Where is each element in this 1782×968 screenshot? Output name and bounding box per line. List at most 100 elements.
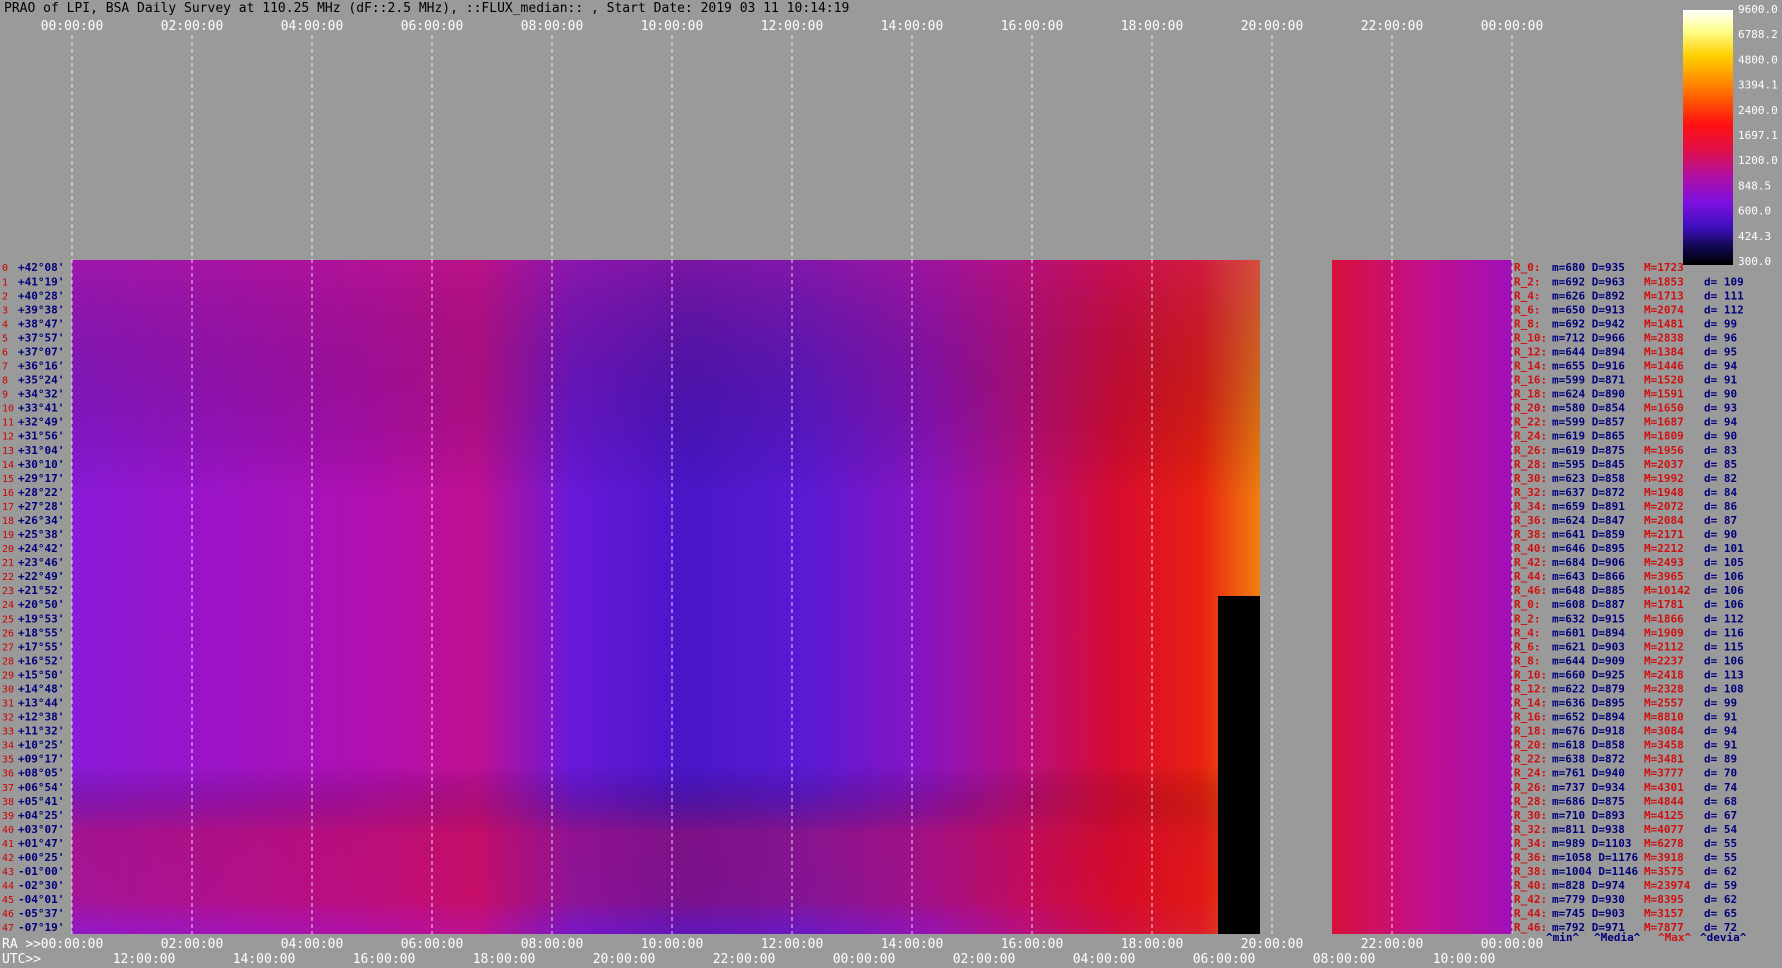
ra-tick: 08:00:00	[521, 937, 584, 952]
stat-region: R_46:	[1514, 584, 1547, 597]
row-index: 43	[2, 867, 14, 878]
row-index: 42	[2, 853, 14, 864]
declination-label: +29°17'	[18, 472, 64, 485]
declination-label: +40°28'	[18, 289, 64, 302]
row-index: 25	[2, 614, 14, 625]
stat-values: m=646 D=895	[1552, 542, 1625, 555]
stat-values: m=623 D=858	[1552, 472, 1625, 485]
declination-label: +20°50'	[18, 598, 64, 611]
colorbar-tick: 3394.1	[1738, 79, 1778, 92]
row-index: 41	[2, 839, 14, 850]
declination-label: -01°00'	[18, 865, 64, 878]
top-time-tick: 10:00:00	[641, 19, 704, 34]
stat-region: R_10:	[1514, 668, 1547, 681]
stat-devia: d= 90	[1704, 430, 1737, 443]
stat-max: M=3575	[1644, 865, 1684, 878]
declination-label: +39°38'	[18, 303, 64, 316]
ra-tick: 04:00:00	[281, 937, 344, 952]
row-index: 32	[2, 713, 14, 724]
stat-devia: d= 68	[1704, 795, 1737, 808]
stat-devia: d= 106	[1704, 654, 1744, 667]
top-time-tick: 06:00:00	[401, 19, 464, 34]
stat-values: m=641 D=859	[1552, 528, 1625, 541]
stat-max: M=2171	[1644, 528, 1684, 541]
stat-region: R_24:	[1514, 430, 1547, 443]
stat-max: M=23974	[1644, 879, 1691, 892]
stat-devia: d= 94	[1704, 416, 1737, 429]
stat-values: m=601 D=894	[1552, 626, 1625, 639]
stat-values: m=624 D=847	[1552, 514, 1625, 527]
stat-region: R_38:	[1514, 865, 1547, 878]
colorbar-tick: 2400.0	[1738, 104, 1778, 117]
row-index: 4	[2, 319, 8, 330]
stat-max: M=2112	[1644, 640, 1684, 653]
stat-values: m=659 D=891	[1552, 500, 1625, 513]
stat-max: M=2037	[1644, 458, 1684, 471]
row-index: 31	[2, 699, 14, 710]
top-time-tick: 12:00:00	[761, 19, 824, 34]
row-index: 36	[2, 769, 14, 780]
declination-label: +31°56'	[18, 430, 64, 443]
stat-values: m=644 D=894	[1552, 345, 1625, 358]
stat-max: M=1809	[1644, 430, 1684, 443]
stat-max: M=3084	[1644, 725, 1684, 738]
stat-devia: d= 86	[1704, 500, 1737, 513]
row-index: 22	[2, 572, 14, 583]
stat-legend: ^Max^	[1658, 931, 1691, 944]
row-index: 19	[2, 530, 14, 541]
stat-region: R_44:	[1514, 570, 1547, 583]
declination-label: -07°19'	[18, 921, 64, 934]
stat-values: m=680 D=935	[1552, 261, 1625, 274]
stat-devia: d= 62	[1704, 893, 1737, 906]
row-index: 29	[2, 670, 14, 681]
declination-label: +21°52'	[18, 584, 64, 597]
stat-region: R_40:	[1514, 542, 1547, 555]
stat-devia: d= 112	[1704, 612, 1744, 625]
stat-devia: d= 109	[1704, 275, 1744, 288]
ra-tick: 10:00:00	[641, 937, 704, 952]
stat-max: M=2838	[1644, 331, 1684, 344]
stat-max: M=1713	[1644, 289, 1684, 302]
row-index: 14	[2, 460, 14, 471]
stat-devia: d= 108	[1704, 682, 1744, 695]
stat-devia: d= 93	[1704, 402, 1737, 415]
stat-devia: d= 106	[1704, 584, 1744, 597]
row-index: 16	[2, 488, 14, 499]
stat-region: R_14:	[1514, 697, 1547, 710]
stat-devia: d= 55	[1704, 837, 1737, 850]
ra-tick: 18:00:00	[1121, 937, 1184, 952]
declination-label: +25°38'	[18, 528, 64, 541]
stat-max: M=2072	[1644, 500, 1684, 513]
declination-label: +31°04'	[18, 444, 64, 457]
row-index: 27	[2, 642, 14, 653]
row-index: 44	[2, 881, 14, 892]
stat-devia: d= 83	[1704, 444, 1737, 457]
stat-devia: d= 82	[1704, 472, 1737, 485]
stat-values: m=638 D=872	[1552, 753, 1625, 766]
stat-region: R_38:	[1514, 528, 1547, 541]
stat-region: R_42:	[1514, 556, 1547, 569]
stat-values: m=655 D=916	[1552, 360, 1625, 373]
stat-devia: d= 96	[1704, 331, 1737, 344]
stat-region: R_36:	[1514, 514, 1547, 527]
row-index: 33	[2, 727, 14, 738]
stat-max: M=1723	[1644, 261, 1684, 274]
stat-values: m=1058 D=1176	[1552, 851, 1638, 864]
ra-tick: 12:00:00	[761, 937, 824, 952]
stat-max: M=1481	[1644, 317, 1684, 330]
utc-tick: 14:00:00	[233, 952, 296, 967]
declination-label: +26°34'	[18, 514, 64, 527]
declination-label: +16°52'	[18, 654, 64, 667]
stat-devia: d= 106	[1704, 570, 1744, 583]
stat-region: R_20:	[1514, 402, 1547, 415]
stat-devia: d= 94	[1704, 360, 1737, 373]
heatmap-shade	[72, 260, 1260, 934]
stat-region: R_26:	[1514, 781, 1547, 794]
stat-region: R_4:	[1514, 626, 1541, 639]
stat-values: m=745 D=903	[1552, 907, 1625, 920]
stat-region: R_32:	[1514, 823, 1547, 836]
declination-label: +19°53'	[18, 612, 64, 625]
row-index: 21	[2, 558, 14, 569]
stat-devia: d= 65	[1704, 907, 1737, 920]
stat-max: M=10142	[1644, 584, 1690, 597]
